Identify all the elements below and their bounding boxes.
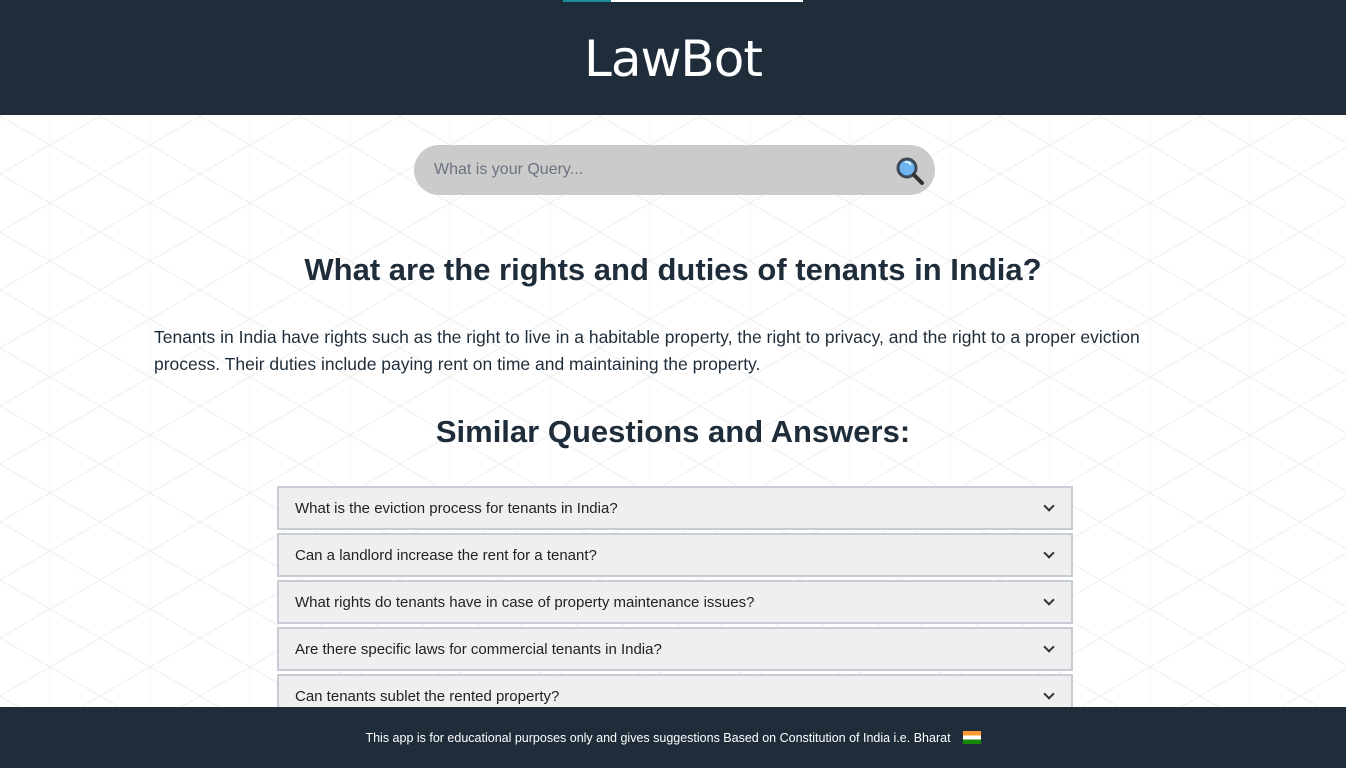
app-title: LawBot: [584, 30, 763, 88]
accordion-item[interactable]: What rights do tenants have in case of p…: [277, 580, 1073, 624]
header: LawBot: [0, 0, 1346, 115]
accordion-label: Can a landlord increase the rent for a t…: [295, 546, 597, 564]
accordion-label: Can tenants sublet the rented property?: [295, 687, 560, 705]
progress-fill: [563, 0, 611, 2]
chevron-down-icon: [1043, 594, 1055, 606]
search-bar: [414, 145, 935, 195]
accordion-label: Are there specific laws for commercial t…: [295, 640, 662, 658]
india-flag-icon: [962, 731, 981, 744]
accordion-label: What rights do tenants have in case of p…: [295, 593, 755, 611]
accordion-item[interactable]: Are there specific laws for commercial t…: [277, 627, 1073, 671]
chevron-down-icon: [1043, 547, 1055, 559]
disclaimer-text: This app is for educational purposes onl…: [365, 730, 951, 745]
chevron-down-icon: [1043, 641, 1055, 653]
accordion-item[interactable]: What is the eviction process for tenants…: [277, 486, 1073, 530]
magnifier-icon[interactable]: [895, 156, 925, 186]
chevron-down-icon: [1043, 500, 1055, 512]
question-heading: What are the rights and duties of tenant…: [304, 252, 1042, 287]
answer-text: Tenants in India have rights such as the…: [154, 327, 1140, 374]
loading-progress-bar: [563, 0, 803, 2]
accordion-item[interactable]: Can a landlord increase the rent for a t…: [277, 533, 1073, 577]
similar-heading: Similar Questions and Answers:: [435, 414, 911, 449]
similar-questions-list: What is the eviction process for tenants…: [277, 486, 1073, 721]
search-input[interactable]: [414, 145, 874, 195]
accordion-label: What is the eviction process for tenants…: [295, 499, 618, 517]
footer: This app is for educational purposes onl…: [0, 707, 1346, 768]
chevron-down-icon: [1043, 688, 1055, 700]
